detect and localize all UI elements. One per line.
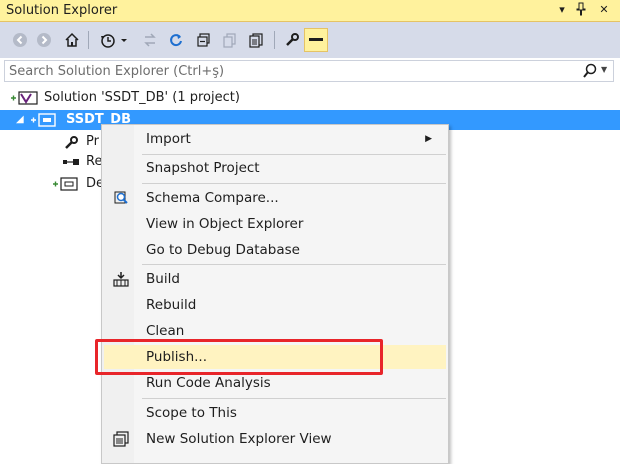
database-icon <box>52 177 78 191</box>
menu-separator <box>142 398 446 399</box>
preview-icon[interactable] <box>304 28 328 52</box>
menu-item-label: Build <box>146 271 180 287</box>
new-view-icon <box>112 431 130 447</box>
menu-item-go-to-debug-database[interactable]: Go to Debug Database <box>104 238 446 262</box>
project-icon <box>30 113 56 127</box>
menu-item-label: View in Object Explorer <box>146 216 304 232</box>
refresh-icon[interactable] <box>166 30 186 50</box>
tree-item-properties[interactable]: Pr <box>0 132 110 152</box>
menu-separator <box>142 264 446 265</box>
menu-item-label: Go to Debug Database <box>146 242 300 258</box>
menu-separator <box>142 183 446 184</box>
menu-item-view-in-object-explorer[interactable]: View in Object Explorer <box>104 212 446 236</box>
menu-separator <box>142 154 446 155</box>
menu-item-label: Import <box>146 131 191 147</box>
search-options-dropdown-icon[interactable]: ▼ <box>601 65 607 74</box>
menu-item-label: New Solution Explorer View <box>146 431 332 447</box>
toolbar-separator <box>88 31 89 49</box>
tree-item-label: Re <box>86 154 103 169</box>
submenu-arrow-icon: ▶ <box>425 134 432 144</box>
tree-item-solution[interactable]: Solution 'SSDT_DB' (1 project) <box>0 88 620 108</box>
window-menu-dropdown-icon[interactable]: ▾ <box>554 2 570 18</box>
menu-item-scope-to-this[interactable]: Scope to This <box>104 401 446 425</box>
wrench-icon <box>64 135 82 149</box>
menu-item-label: Schema Compare... <box>146 190 279 206</box>
publish-highlight-annotation <box>95 339 383 375</box>
collapse-all-icon[interactable] <box>194 30 214 50</box>
sync-icon[interactable] <box>140 30 160 50</box>
window-title: Solution Explorer <box>6 3 118 18</box>
properties-icon[interactable] <box>282 30 302 50</box>
context-menu: Import ▶ Snapshot Project Schema Compare… <box>101 124 449 464</box>
menu-item-import[interactable]: Import ▶ <box>104 127 446 151</box>
references-icon <box>62 155 80 169</box>
menu-item-label: Scope to This <box>146 405 237 421</box>
menu-item-new-solution-explorer-view[interactable]: New Solution Explorer View <box>104 427 446 451</box>
tree-item-database[interactable]: De <box>0 174 110 194</box>
search-icon[interactable] <box>583 63 597 79</box>
history-icon[interactable] <box>96 30 132 50</box>
tree-item-label: Pr <box>86 134 99 149</box>
solution-icon <box>10 91 38 105</box>
menu-item-label: Rebuild <box>146 297 197 313</box>
solution-label: Solution 'SSDT_DB' (1 project) <box>44 90 240 105</box>
show-all-files-icon[interactable] <box>246 30 266 50</box>
tree-item-references[interactable]: Re <box>0 152 110 172</box>
search-input[interactable] <box>9 62 569 80</box>
title-bar: Solution Explorer ▾ ✕ <box>0 0 620 22</box>
schema-compare-icon <box>112 190 130 206</box>
expand-arrow-icon[interactable]: ◢ <box>16 110 24 130</box>
close-icon[interactable]: ✕ <box>596 2 612 18</box>
search-box[interactable]: ▼ <box>4 60 614 82</box>
home-icon[interactable] <box>62 30 82 50</box>
build-icon <box>112 271 130 287</box>
toolbar-separator <box>274 31 275 49</box>
toolbar <box>0 22 620 58</box>
menu-item-label: Snapshot Project <box>146 160 260 176</box>
copy-icon[interactable] <box>220 30 240 50</box>
menu-item-build[interactable]: Build <box>104 267 446 291</box>
pin-icon[interactable] <box>573 2 589 18</box>
menu-item-rebuild[interactable]: Rebuild <box>104 293 446 317</box>
back-icon[interactable] <box>10 30 30 50</box>
menu-item-snapshot-project[interactable]: Snapshot Project <box>104 156 446 180</box>
forward-icon[interactable] <box>34 30 54 50</box>
menu-item-schema-compare[interactable]: Schema Compare... <box>104 186 446 210</box>
